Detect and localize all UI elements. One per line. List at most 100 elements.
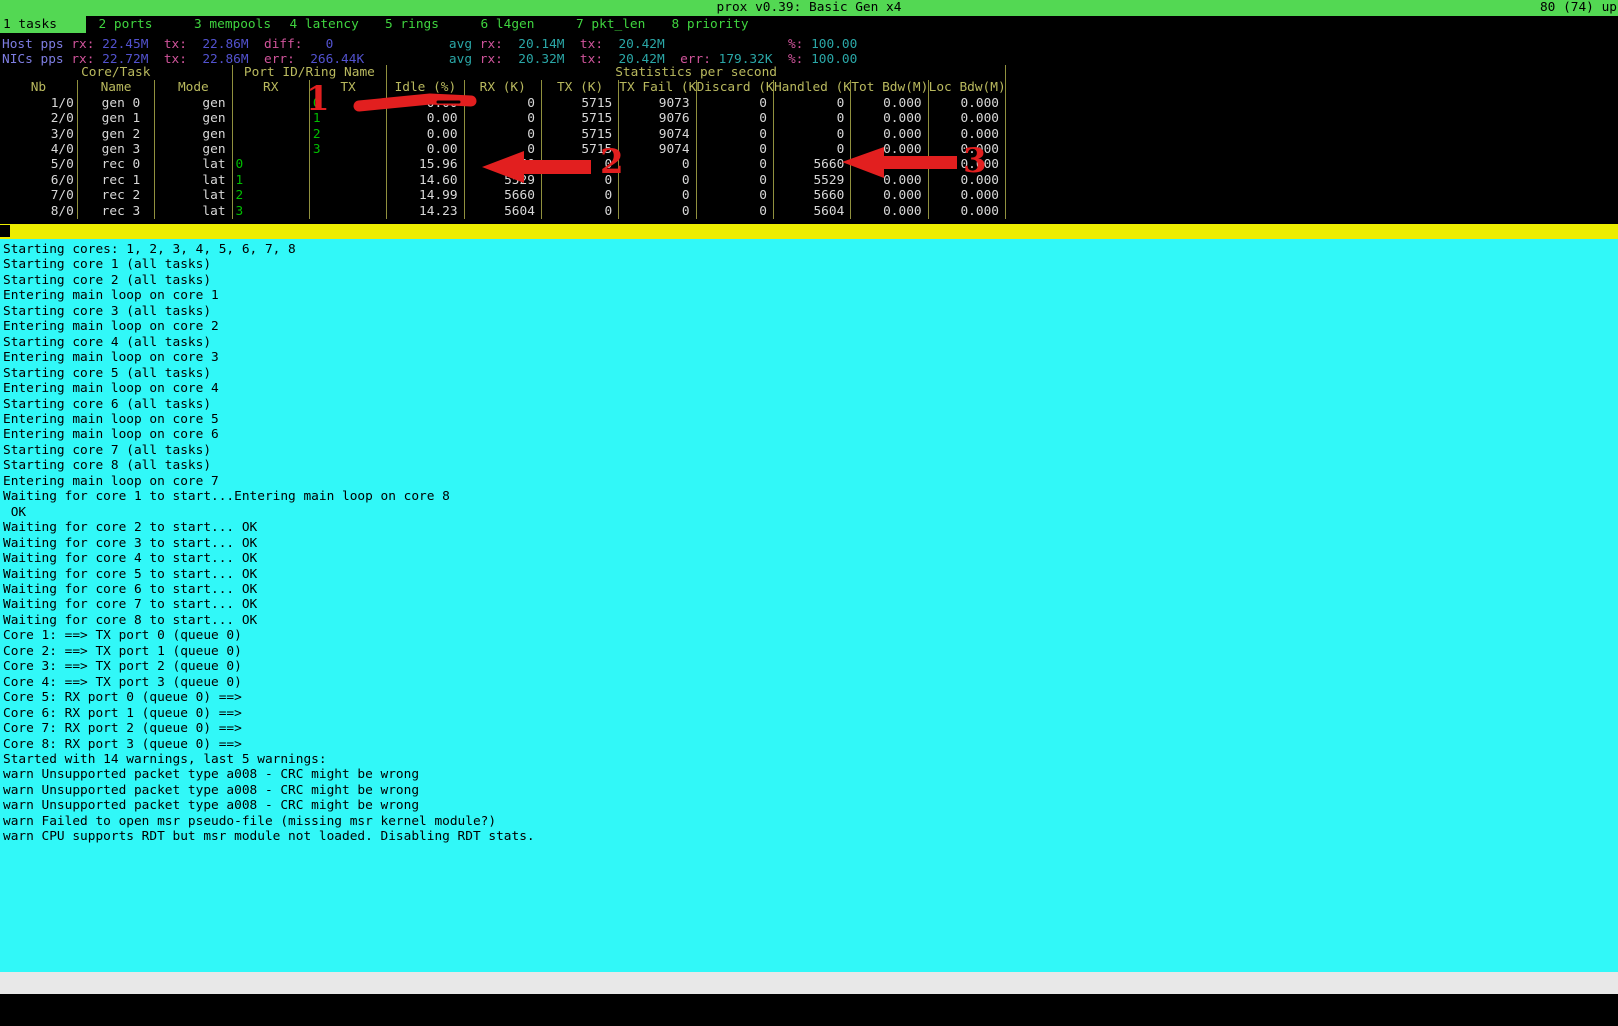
cell: 3 bbox=[309, 142, 386, 157]
cell bbox=[232, 111, 309, 126]
cell: 2/0 bbox=[0, 111, 77, 126]
cell: 5604 bbox=[464, 204, 541, 219]
cell: 0 bbox=[464, 142, 541, 157]
cell: 5529 bbox=[773, 173, 850, 188]
annotation-number-3: 3 bbox=[963, 146, 987, 176]
cell: gen 1 bbox=[77, 111, 154, 126]
uptime-counter: 80 (74) up bbox=[1540, 0, 1617, 16]
cell: gen bbox=[155, 127, 232, 142]
cell: 5715 bbox=[541, 96, 618, 111]
cell: 15.96 bbox=[387, 157, 464, 172]
cell: 0.00 bbox=[387, 96, 464, 111]
cell: 8/0 bbox=[0, 204, 77, 219]
cell: 0 bbox=[773, 142, 850, 157]
cell bbox=[232, 142, 309, 157]
column-header-tx-k: TX (K) bbox=[541, 80, 618, 95]
cell: 14.23 bbox=[387, 204, 464, 219]
tab-5-rings[interactable]: 5 rings bbox=[382, 16, 478, 33]
tab-8-priority[interactable]: 8 priority bbox=[669, 16, 765, 33]
cell: 5660 bbox=[464, 188, 541, 203]
bottom-strip bbox=[0, 994, 1618, 1026]
table-row: 3/0gen 2gen20.00057159074000.0000.000 bbox=[0, 127, 1006, 142]
column-header-tx-fail-k: TX Fail (K) bbox=[619, 80, 696, 95]
cell: 0 bbox=[541, 204, 618, 219]
cell bbox=[309, 188, 386, 203]
tab-1-tasks[interactable]: 1 tasks bbox=[0, 16, 86, 33]
tab-6-l4gen[interactable]: 6 l4gen bbox=[478, 16, 574, 33]
cell: 0 bbox=[773, 96, 850, 111]
annotation-number-2: 2 bbox=[600, 147, 624, 177]
cell: 0.000 bbox=[851, 127, 928, 142]
stats-area: Host pps rx: 22.45M tx: 22.86M diff: 0 a… bbox=[2, 37, 857, 67]
cell: 0.000 bbox=[851, 188, 928, 203]
column-header-rx-k: RX (K) bbox=[464, 80, 541, 95]
cell: lat bbox=[155, 157, 232, 172]
table-row: 5/0rec 0lat015.96566000056600.0000.000 bbox=[0, 157, 1006, 172]
cell: 0 bbox=[696, 157, 773, 172]
cell: 0.000 bbox=[851, 142, 928, 157]
cell bbox=[309, 204, 386, 219]
column-header-handled-k: Handled (K) bbox=[773, 80, 850, 95]
column-header-nb: Nb bbox=[0, 80, 77, 95]
cell: 0.000 bbox=[928, 188, 1005, 203]
cell: 0.00 bbox=[387, 111, 464, 126]
column-header-tot-bdw-m: Tot Bdw(M) bbox=[851, 80, 928, 95]
stats-table: Core/TaskPort ID/Ring NameStatistics per… bbox=[0, 65, 1006, 219]
status-bar: Enter 'help' or command, <ESC> or 'quit'… bbox=[0, 972, 1618, 994]
cell: gen 3 bbox=[77, 142, 154, 157]
tab-3-mempools[interactable]: 3 mempools bbox=[191, 16, 287, 33]
column-header-idle: Idle (%) bbox=[387, 80, 464, 95]
table-row: 4/0gen 3gen30.00057159074000.0000.000 bbox=[0, 142, 1006, 157]
cell: 2 bbox=[232, 188, 309, 203]
separator-bar bbox=[0, 224, 1618, 239]
cell: 0.00 bbox=[387, 127, 464, 142]
cell: 0 bbox=[464, 96, 541, 111]
cell: 0.000 bbox=[851, 204, 928, 219]
column-header-mode: Mode bbox=[155, 80, 232, 95]
column-header-discard-k: Discard (K) bbox=[696, 80, 773, 95]
cell: 6/0 bbox=[0, 173, 77, 188]
table-row: 1/0gen 0gen00.00057159073000.0000.000 bbox=[0, 96, 1006, 111]
cell: 7/0 bbox=[0, 188, 77, 203]
cell bbox=[232, 127, 309, 142]
cell bbox=[309, 157, 386, 172]
cell: 0.000 bbox=[928, 127, 1005, 142]
cell: 0.000 bbox=[851, 111, 928, 126]
column-header-loc-bdw-m: Loc Bdw(M) bbox=[928, 80, 1005, 95]
app-title: prox v0.39: Basic Gen x4 bbox=[0, 0, 1618, 16]
cell: 3/0 bbox=[0, 127, 77, 142]
cell: 0 bbox=[464, 111, 541, 126]
cell: 14.60 bbox=[387, 173, 464, 188]
cell: 0 bbox=[232, 157, 309, 172]
cell bbox=[232, 96, 309, 111]
group-header-core-task: Core/Task bbox=[0, 65, 232, 80]
cell: 5715 bbox=[541, 111, 618, 126]
cell: gen bbox=[155, 111, 232, 126]
cell: lat bbox=[155, 204, 232, 219]
cell: 0.00 bbox=[387, 142, 464, 157]
table-row: 6/0rec 1lat114.60552900055290.0000.000 bbox=[0, 173, 1006, 188]
tab-7-pkt_len[interactable]: 7 pkt_len bbox=[573, 16, 669, 33]
tab-4-latency[interactable]: 4 latency bbox=[287, 16, 383, 33]
prox-terminal-window: prox v0.39: Basic Gen x4 80 (74) up 1 ta… bbox=[0, 0, 1618, 1026]
tab-2-ports[interactable]: 2 ports bbox=[96, 16, 192, 33]
cell: 0 bbox=[619, 204, 696, 219]
table-row: 7/0rec 2lat214.99566000056600.0000.000 bbox=[0, 188, 1006, 203]
table-row: 2/0gen 1gen10.00057159076000.0000.000 bbox=[0, 111, 1006, 126]
cell: 0.000 bbox=[851, 173, 928, 188]
cell: 0 bbox=[619, 173, 696, 188]
cell: rec 3 bbox=[77, 204, 154, 219]
cell: 9076 bbox=[619, 111, 696, 126]
group-header-statistics-per-second: Statistics per second bbox=[387, 65, 1006, 80]
cell bbox=[309, 173, 386, 188]
cell: 0 bbox=[696, 96, 773, 111]
cell: 9074 bbox=[619, 127, 696, 142]
column-header-rx: RX bbox=[232, 80, 309, 95]
table-row: 8/0rec 3lat314.23560400056040.0000.000 bbox=[0, 204, 1006, 219]
column-header-name: Name bbox=[77, 80, 154, 95]
annotation-number-1: 1 bbox=[306, 84, 330, 114]
cell: gen bbox=[155, 96, 232, 111]
stats-table-body: 1/0gen 0gen00.00057159073000.0000.0002/0… bbox=[0, 96, 1006, 219]
cell: 1/0 bbox=[0, 96, 77, 111]
text-cursor bbox=[0, 225, 10, 237]
